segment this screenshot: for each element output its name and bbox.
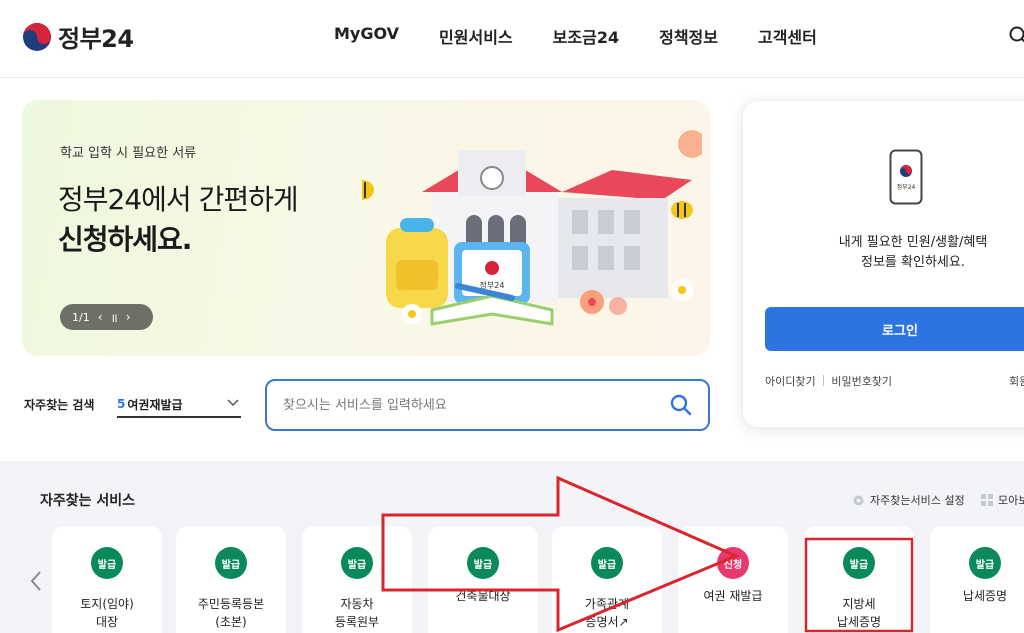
services-view-all-label: 모아보 [998,494,1024,507]
service-name: 건축물대장 [432,587,534,605]
service-name: 주민등록등본 (초본) [180,595,282,631]
quick-search-label: 자주찾는 검색 [24,398,95,412]
prev-slide-icon[interactable]: ‹ [98,310,103,324]
issue-badge: 발급 [591,547,623,579]
gear-icon [853,495,864,505]
frequent-services-title: 자주찾는 서비스 [40,493,136,509]
banner-subtitle: 학교 입학 시 필요한 서류 [60,146,197,161]
service-card-tax-certificate[interactable]: 발급 납세증명 [930,526,1024,633]
banner-headline: 정부24에서 간편하게 [58,183,299,216]
main-nav: MyGOV 민원서비스 보조금24 정책정보 고객센터 [334,24,857,48]
service-card-resident-register[interactable]: 발급 주민등록등본 (초본) [176,526,286,633]
join-link[interactable]: 회원 [1009,373,1024,389]
account-links: 아이디찾기 | 비밀번호찾기 [765,373,892,389]
find-id-link[interactable]: 아이디찾기 [765,373,816,389]
link-divider: | [821,373,826,386]
chevron-down-icon [227,399,239,407]
issue-badge: 발급 [341,547,373,579]
nav-subsidy[interactable]: 보조금24 [553,24,619,48]
service-name-line2: 납세증명 [836,615,882,629]
site-header: 정부24 MyGOV 민원서비스 보조금24 정책정보 고객센터 [0,0,1024,78]
tablet-tag-text: 정부24 [480,280,505,290]
banner-page-count: 1/1 [72,310,90,324]
service-name-line1: 여권 재발급 [703,589,763,603]
service-name: 지방세 납세증명 [808,595,910,631]
login-message-line2: 정보를 확인하세요. [861,255,965,270]
service-name-line1: 납세증명 [962,589,1008,603]
search-icon[interactable] [670,394,692,416]
services-view-all-button[interactable]: 모아보 [981,492,1024,508]
frequent-services-section: 자주찾는 서비스 자주찾는서비스 설정 모아보 발급 토지(임야) 대장 발급 … [0,461,1024,633]
services-settings-button[interactable]: 자주찾는서비스 설정 [852,492,965,508]
service-name: 납세증명 [934,587,1024,605]
login-card: 정부24 내게 필요한 민원/생활/혜택 정보를 확인하세요. 로그인 아이디찾… [742,100,1024,428]
login-button[interactable]: 로그인 [765,307,1024,351]
search-icon[interactable] [1008,25,1024,47]
nav-policy-info[interactable]: 정책정보 [659,24,718,48]
service-name: 여권 재발급 [682,587,784,605]
taegeuk-logo-icon [23,22,51,51]
service-name-line1: 토지(임야) [80,597,134,611]
service-card-vehicle-register[interactable]: 발급 자동차 등록원부 [302,526,412,633]
service-card-land-register[interactable]: 발급 토지(임야) 대장 [52,526,162,633]
pause-icon[interactable]: ॥ [111,309,118,326]
issue-badge: 발급 [91,547,123,579]
grid-icon [981,494,993,506]
service-card-local-tax-certificate[interactable]: 발급 지방세 납세증명 [804,526,914,633]
phone-badge-text: 정부24 [897,184,916,191]
service-card-passport-reissue[interactable]: 신청 여권 재발급 [678,526,788,633]
mobile-phone-icon: 정부24 [889,149,923,205]
service-name-line2: 증명서↗ [585,615,629,629]
service-card-family-certificate[interactable]: 발급 가족관계 증명서↗ [552,526,662,633]
page: 정부24 MyGOV 민원서비스 보조금24 정책정보 고객센터 학교 입학 시… [0,0,1024,633]
login-message: 내게 필요한 민원/생활/혜택 정보를 확인하세요. [803,233,1023,273]
bee-icon [362,180,374,200]
service-search-input[interactable] [283,395,643,415]
nav-customer-center[interactable]: 고객센터 [758,24,817,48]
service-name-line1: 건축물대장 [455,589,511,603]
site-logo[interactable]: 정부24 [22,19,134,54]
main-banner[interactable]: 학교 입학 시 필요한 서류 정부24에서 간편하게 신청하세요. 1/1 ‹ … [22,100,710,356]
services-settings-label: 자주찾는서비스 설정 [870,494,965,507]
service-name-line1: 자동차 [340,597,374,611]
school-illustration: 정부24 [362,130,702,326]
find-password-link[interactable]: 비밀번호찾기 [831,373,892,389]
service-name-line2: (초본) [215,615,247,629]
service-name: 가족관계 증명서↗ [556,595,658,631]
issue-badge: 발급 [843,547,875,579]
banner-headline-bold: 신청하세요. [58,223,192,256]
service-name-line2: 대장 [95,615,119,629]
service-name-line1: 주민등록등본 [197,597,265,611]
service-name-line1: 가족관계 [584,597,630,611]
service-name-line2: 등록원부 [334,615,380,629]
issue-badge: 발급 [215,547,247,579]
apply-badge: 신청 [717,547,749,579]
next-slide-icon[interactable]: › [126,310,131,324]
logo-text: 정부24 [58,25,134,53]
chevron-left-icon[interactable] [28,569,44,593]
issue-badge: 발급 [969,547,1001,579]
service-card-building-register[interactable]: 발급 건축물대장 [428,526,538,633]
quick-search-rank: 5 [117,397,126,411]
service-name: 토지(임야) 대장 [56,595,158,631]
login-message-line1: 내게 필요한 민원/생활/혜택 [838,235,988,250]
service-name-line1: 지방세 [842,597,876,611]
nav-civil-service[interactable]: 민원서비스 [439,24,513,48]
nav-mygov[interactable]: MyGOV [334,24,399,48]
banner-pager: 1/1 ‹ ॥ › [60,304,153,330]
quick-search-select[interactable]: 5 여권재발급 [117,392,241,418]
service-name: 자동차 등록원부 [306,595,408,631]
quick-search-value: 여권재발급 [127,397,183,412]
service-search-box [265,379,710,431]
issue-badge: 발급 [467,547,499,579]
